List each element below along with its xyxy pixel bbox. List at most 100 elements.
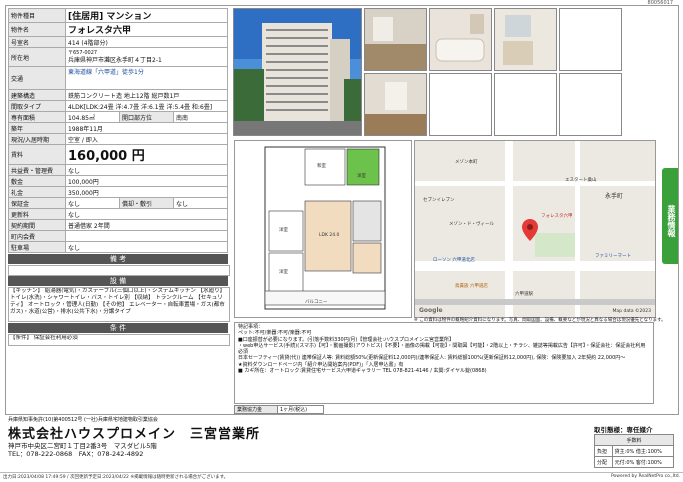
conditions-text: 【条件】 保証会社利用必須 <box>8 334 230 346</box>
plan-room-label: 洋室 <box>357 174 366 179</box>
built-label: 築年 <box>8 122 66 134</box>
equipment-header: 設 備 <box>8 276 228 286</box>
fee-label: 業務協力金 <box>234 405 278 414</box>
map-label: ファミリーマート <box>595 254 631 259</box>
map-label: フォレスタ六甲 <box>541 214 573 219</box>
guarantee-value: なし <box>65 197 120 209</box>
map-label: ローソン 六甲道北店 <box>433 258 475 263</box>
type-label: 物件種目 <box>8 8 66 23</box>
assoc-value <box>65 230 228 242</box>
property-spec-table: 物件種目 [住居用] マンション 物件名 フォレスタ六甲 号室名 414 (4階… <box>8 8 228 253</box>
layout-value: 4LDK[LDK:24畳 洋:4.7畳 洋:6.1畳 洋:5.4畳 和:6畳] <box>65 100 228 112</box>
layout-label: 間取タイプ <box>8 100 66 112</box>
struct-value: 鉄筋コンクリート造 地上12階 総戸数1戸 <box>65 89 228 101</box>
key-money-value: 350,000円 <box>65 186 228 198</box>
notes-line: ・web申込サービス(手続)(スマホ)【可】・動画撮影(アウトピス)【不要】・画… <box>238 342 646 356</box>
photo-placeholder-4 <box>559 73 622 136</box>
map-label: 六甲道駅 <box>515 292 533 297</box>
renew-value: なし <box>65 208 228 220</box>
fee-value: 1ヶ月(税込) <box>277 405 324 414</box>
business-info-tab[interactable]: 業務情報 <box>662 168 678 264</box>
photo-placeholder-1 <box>559 8 622 71</box>
notes-line: 日本セーフティー(賃貸(代)) 連帯保証人等: 賃料総額50%(更新保証料12,… <box>238 355 626 362</box>
burden-label: 負担 <box>594 445 613 457</box>
photo-placeholder-3 <box>494 73 557 136</box>
plan-room-label: バルコニー <box>305 300 328 305</box>
contract-value: 普通借家 2年間 <box>65 219 228 231</box>
common-label: 共益費・管理費 <box>8 164 66 176</box>
plan-room-label: 洋室 <box>279 270 288 275</box>
assoc-label: 町内会費 <box>8 230 66 242</box>
interior-photo-bath <box>429 8 492 71</box>
contract-label: 契約期間 <box>8 219 66 231</box>
map-label: 永手町 <box>605 193 624 200</box>
license-number: 兵庫県知事免許(10)第400512号 (一社)兵庫県宅地建物取引業協会 <box>8 417 158 423</box>
guarantee-label: 保証金 <box>8 197 66 209</box>
access-label: 交通 <box>8 66 66 90</box>
room-photo-graphic <box>365 74 426 135</box>
rent-label: 賃料 <box>8 144 66 165</box>
type-value: [住居用] マンション <box>65 8 228 23</box>
map-label: メゾン・ド・ヴィール <box>449 222 494 227</box>
interior-photo-kitchen <box>364 8 427 71</box>
special-notes: 特記事項： ペット:不可/楽器:不可/楽器:不可 ■口座振替が必要になります。(… <box>234 322 654 404</box>
photo-placeholder-2 <box>429 73 492 136</box>
renew-label: 更新料 <box>8 208 66 220</box>
address-cell: 〒657-0027 兵庫県神戸市灘区永手町４丁目2-1 <box>65 47 228 67</box>
built-value: 1988年11月 <box>65 122 228 134</box>
output-date: 出力日:2023/04/08 17:49:59 / 次回更新予定日:2023/0… <box>3 475 229 480</box>
split-value: 元付:0% 客付:100% <box>611 456 675 468</box>
company-block: 兵庫県知事免許(10)第400512号 (一社)兵庫県宅地建物取引業協会 株式会… <box>8 416 428 458</box>
equipment-text: 【キッチン】 給湯器(電気)・ガステーブル(三個口以上)・システムキッチン 【水… <box>8 287 230 322</box>
map-graphic <box>415 141 655 317</box>
map-label: エスタート桑山 <box>565 178 597 183</box>
dir-label: 開口部方位 <box>119 111 174 123</box>
plan-room-label: 洋室 <box>279 228 288 233</box>
rent-price: 160,000 円 <box>65 144 228 165</box>
access-value: 東海道線「六甲道」徒歩1分 <box>65 66 228 90</box>
status-value: 空室 / 即入 <box>65 133 228 145</box>
status-label: 現況/入居時期 <box>8 133 66 145</box>
location-map[interactable]: メゾン本町 エスタート桑山 永手町 セブンイレブン ローソン 六甲道北店 ファミ… <box>414 140 656 318</box>
room-value: 414 (4階部分) <box>65 36 228 48</box>
google-logo: Google <box>419 307 443 314</box>
cooperation-fee: 業務協力金 1ヶ月(税込) <box>234 405 324 414</box>
washroom-photo-graphic <box>495 9 556 70</box>
area-label: 専有面積 <box>8 111 66 123</box>
key-money-label: 礼金 <box>8 186 66 198</box>
remarks-header: 備 考 <box>8 254 228 264</box>
company-name: 株式会社ハウスプロメイン 三宮営業所 <box>8 427 261 442</box>
name-label: 物件名 <box>8 22 66 37</box>
split-label: 分配 <box>594 456 613 468</box>
map-attribution: Map data ©2023 <box>612 309 651 314</box>
amort-label: 償却・敷引 <box>119 197 174 209</box>
common-value: なし <box>65 164 228 176</box>
bath-photo-graphic <box>430 9 491 70</box>
company-address: 神戸市中央区二宮町１丁目2番3号 マスダビル5階 <box>8 442 157 450</box>
notes-line: ■ カギ所在：オートロック:賃貸住宅サービス六甲道ギャラリー TEL 078-8… <box>238 368 487 375</box>
room-label: 号室名 <box>8 36 66 48</box>
building-exterior-photo <box>233 8 362 136</box>
deal-title: 取引態様：専任媒介 <box>594 426 653 434</box>
interior-photo-washroom <box>494 8 557 71</box>
remarks-body <box>8 265 230 276</box>
plan-room-label: 和室 <box>317 164 326 169</box>
interior-photo-room <box>364 73 427 136</box>
conditions-header: 条 件 <box>8 323 228 333</box>
parking-label: 駐車場 <box>8 241 66 253</box>
amort-value: なし <box>173 197 228 209</box>
powered-by: Powered by RealNetPro co.,ltd. <box>611 474 680 479</box>
map-label: メゾン本町 <box>455 160 478 165</box>
burden-value: 貸主:0% 借主:100% <box>611 445 675 457</box>
map-label: セブンイレブン <box>423 198 455 203</box>
addr-label: 所在地 <box>8 47 66 67</box>
parking-value: なし <box>65 241 228 253</box>
floor-plan: 洋室 LDK 24.0 和室 洋室 洋室 バルコニー <box>234 140 412 318</box>
fee-head: 手数料 <box>594 434 674 446</box>
kitchen-photo-graphic <box>365 9 426 70</box>
map-label: 鳥貴族 六甲道店 <box>455 284 488 289</box>
area-value: 104.85㎡ <box>65 111 120 123</box>
company-phone: TEL：078-222-0868 FAX：078-242-4892 <box>8 450 144 458</box>
property-name: フォレスタ六甲 <box>65 22 228 37</box>
plan-room-label: LDK 24.0 <box>319 233 340 238</box>
